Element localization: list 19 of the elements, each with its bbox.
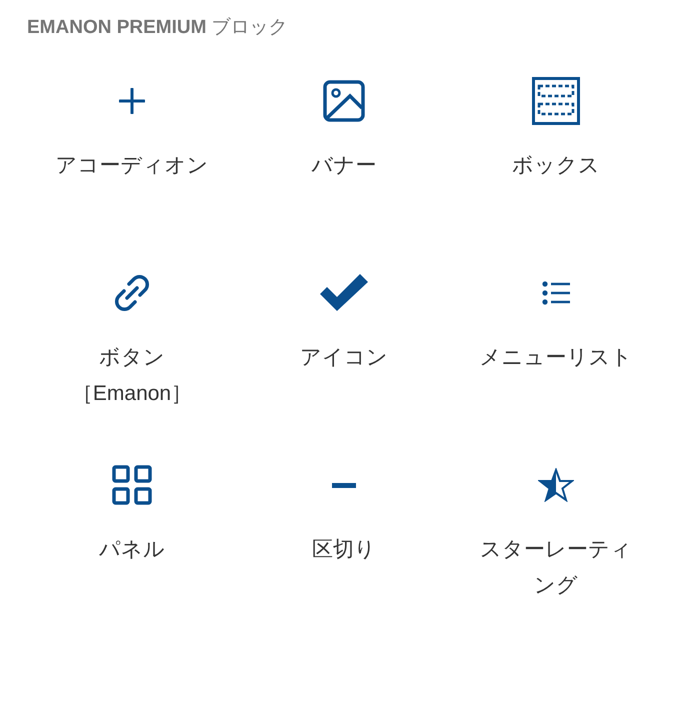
plus-icon bbox=[119, 88, 145, 114]
minus-icon bbox=[332, 482, 356, 488]
block-item[interactable]: ボタン［Emanon］ bbox=[26, 268, 238, 460]
block-item[interactable]: バナー bbox=[238, 76, 450, 268]
image-icon bbox=[323, 80, 365, 122]
block-item[interactable]: パネル bbox=[26, 460, 238, 652]
block-item[interactable]: メニューリスト bbox=[450, 268, 662, 460]
section-title: EMANON PREMIUM ブロック bbox=[26, 16, 289, 40]
checkmark-icon bbox=[320, 274, 368, 312]
block-item[interactable]: スターレーティング bbox=[450, 460, 662, 652]
list-icon bbox=[542, 281, 570, 305]
block-item[interactable]: 区切り bbox=[238, 460, 450, 652]
block-item[interactable]: アイコン bbox=[238, 268, 450, 460]
link-icon bbox=[113, 274, 151, 312]
dashed-box-icon bbox=[532, 77, 580, 125]
half-star-icon bbox=[538, 468, 574, 502]
grid-icon bbox=[112, 465, 152, 505]
block-item[interactable]: ボックス bbox=[450, 76, 662, 268]
block-item[interactable]: アコーディオン bbox=[26, 76, 238, 268]
